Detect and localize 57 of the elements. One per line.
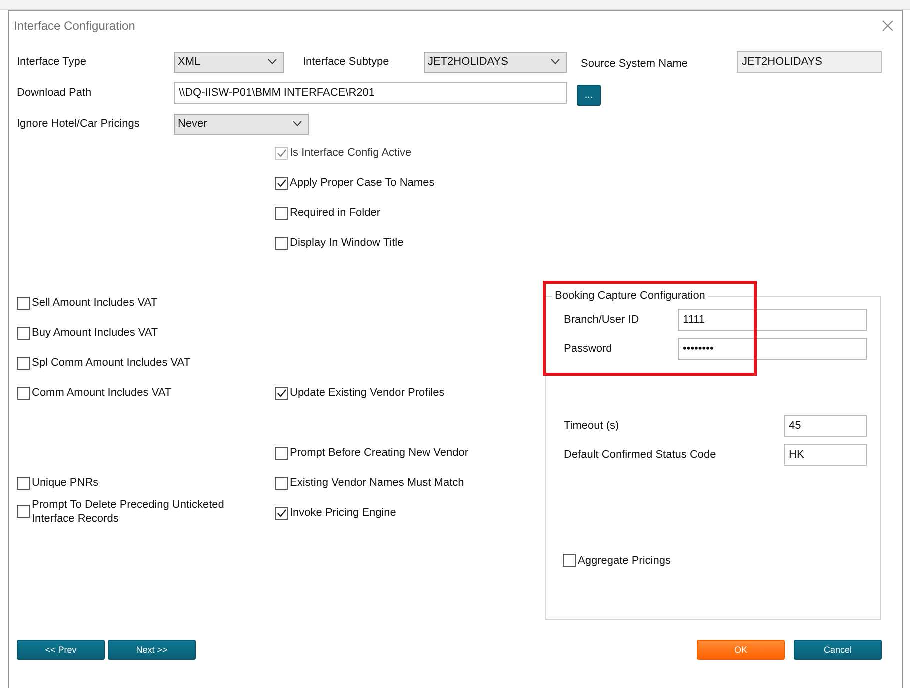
checkbox-label: Buy Amount Includes VAT — [32, 327, 158, 339]
text-field[interactable]: 45 — [784, 415, 867, 437]
source-system-field[interactable]: JET2HOLIDAYS — [737, 51, 882, 73]
field-label: Branch/User ID — [564, 314, 640, 326]
window-title: Interface Configuration — [14, 18, 136, 32]
field-label: Source System Name — [581, 57, 689, 70]
checkbox-label: Is Interface Config Active — [290, 147, 412, 159]
cancel-button[interactable]: Cancel — [794, 640, 882, 660]
field-label: Interface Subtype — [303, 56, 390, 68]
checkbox[interactable] — [17, 386, 30, 400]
field-label: Timeout (s) — [564, 420, 620, 432]
field-label: Ignore Hotel/Car Pricings — [17, 118, 141, 130]
checkbox-label: Required in Folder — [290, 207, 380, 219]
field-label: Password — [564, 343, 612, 355]
close-icon[interactable] — [882, 20, 894, 32]
checkbox-label: Sell Amount Includes VAT — [32, 297, 158, 309]
checkbox[interactable] — [563, 554, 576, 567]
checkbox[interactable] — [17, 356, 30, 370]
checkbox[interactable] — [17, 296, 30, 310]
checkbox-label: Unique PNRs — [32, 477, 99, 489]
checkbox-label: Display In Window Title — [290, 237, 404, 249]
next-button[interactable]: Next >> — [108, 640, 196, 660]
browse-button[interactable]: ... — [577, 84, 601, 106]
checkbox[interactable] — [275, 236, 288, 250]
checkbox-label: Prompt To Delete Preceding Unticketed Interface Records — [32, 498, 226, 526]
download-path-field[interactable]: \\DQ-IISW-P01\BMM INTERFACE\R201 — [174, 82, 567, 104]
checkbox[interactable] — [275, 206, 288, 220]
interface-type-dropdown[interactable]: XML — [174, 52, 284, 72]
checkbox-label: Prompt Before Creating New Vendor — [290, 447, 469, 459]
field-label: Interface Type — [17, 56, 88, 68]
checkbox[interactable] — [17, 505, 30, 518]
interface-subtype-dropdown[interactable]: JET2HOLIDAYS — [424, 52, 567, 72]
checkbox[interactable] — [275, 446, 288, 460]
checkbox-label: Invoke Pricing Engine — [290, 507, 396, 519]
prev-button[interactable]: << Prev — [17, 640, 105, 660]
chevron-down-icon — [268, 59, 277, 65]
checkbox[interactable] — [17, 476, 30, 490]
text-field[interactable]: •••••••• — [678, 338, 867, 360]
field-label: Download Path — [17, 87, 93, 99]
checkbox-label: Aggregate Pricings — [578, 554, 671, 566]
checkbox-label: Existing Vendor Names Must Match — [290, 477, 464, 489]
checkbox-label: Apply Proper Case To Names — [290, 177, 435, 189]
group-title: Booking Capture Configuration — [554, 290, 706, 302]
checkbox[interactable] — [275, 386, 288, 400]
ignore-pricings-dropdown[interactable]: Never — [174, 114, 309, 134]
checkbox[interactable] — [17, 326, 30, 340]
checkbox-label: Comm Amount Includes VAT — [32, 387, 172, 399]
chevron-down-icon — [551, 59, 560, 65]
field-label: Default Confirmed Status Code — [564, 449, 716, 461]
checkbox[interactable] — [275, 506, 288, 520]
chevron-down-icon — [293, 121, 302, 127]
checkbox[interactable] — [275, 476, 288, 490]
checkbox-label: Update Existing Vendor Profiles — [290, 387, 445, 399]
checkbox[interactable] — [275, 176, 288, 190]
text-field[interactable]: 1111 — [678, 309, 867, 331]
text-field[interactable]: HK — [784, 444, 867, 466]
checkbox-label: Spl Comm Amount Includes VAT — [32, 357, 191, 369]
